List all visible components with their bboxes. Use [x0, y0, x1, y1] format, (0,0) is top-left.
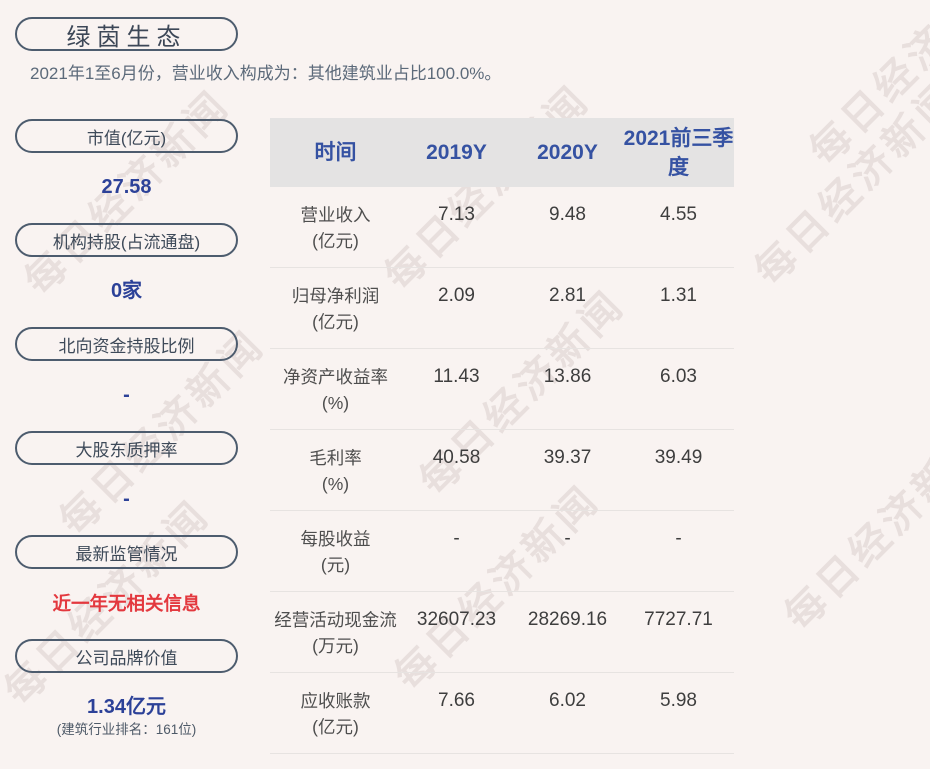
stat-label: 最新监管情况: [75, 544, 178, 564]
table-cell-value: 28269.16: [527, 609, 608, 630]
stat-value-market-cap: 27.58: [101, 176, 152, 198]
stat-pill-institutional-holding: 机构持股(占流通盘): [15, 223, 238, 257]
metric-unit: (万元): [312, 636, 359, 656]
stat-label: 机构持股(占流通盘): [52, 232, 201, 252]
table-cell-value: 7727.71: [644, 609, 713, 630]
table-cell-metric-name: 每股收益 (元): [270, 526, 401, 591]
table-row-gross-margin: 毛利率 (%) 40.58 39.37 39.49: [270, 430, 734, 511]
stat-pill-northbound-holding: 北向资金持股比例: [15, 327, 238, 361]
metric-unit: (元): [320, 555, 351, 575]
table-cell-metric-name: 经营活动现金流 (万元): [270, 607, 401, 672]
table-cell-value: 32607.23: [416, 609, 497, 630]
table-cell-value: 7.66: [438, 690, 475, 711]
table-cell-value: -: [564, 528, 571, 549]
stat-value-major-shareholder-pledge: -: [123, 488, 130, 510]
watermark-text: 每日经济新闻: [776, 416, 930, 639]
table-header-cell-2021q3: 2021前三季度: [623, 126, 734, 179]
stat-pill-brand-value: 公司品牌价值: [15, 639, 238, 673]
stat-value-institutional-holding: 0家: [110, 280, 143, 302]
stat-value-northbound-holding: -: [123, 384, 130, 406]
table-header-row: 时间 2019Y 2020Y 2021前三季度: [270, 118, 734, 187]
table-row-accounts-receivable: 应收账款 (亿元) 7.66 6.02 5.98: [270, 673, 734, 754]
metric-name: 毛利率: [309, 448, 362, 468]
metric-unit: (亿元): [312, 717, 359, 737]
table-cell-value: 2.81: [549, 285, 586, 306]
metric-name: 净资产收益率: [283, 367, 388, 387]
table-cell-value: 7.13: [438, 204, 475, 225]
table-cell-value: -: [675, 528, 682, 549]
table-cell-value: 1.31: [660, 285, 697, 306]
table-cell-metric-name: 归母净利润 (亿元): [270, 283, 401, 348]
table-cell-value: 11.43: [433, 366, 480, 387]
watermark-text: 每日经济新闻: [801, 0, 930, 174]
table-header-cell-time: 时间: [314, 141, 357, 164]
table-row-roe: 净资产收益率 (%) 11.43 13.86 6.03: [270, 349, 734, 430]
table-cell-metric-name: 应收账款 (亿元): [270, 688, 401, 753]
metric-name: 营业收入: [300, 205, 371, 225]
table-cell-metric-name: 净资产收益率 (%): [270, 364, 401, 429]
table-header-cell-2020: 2020Y: [537, 141, 598, 164]
metric-name: 应收账款: [300, 691, 371, 711]
metric-name: 经营活动现金流: [274, 610, 397, 630]
stat-label: 北向资金持股比例: [58, 336, 195, 356]
financial-table: 时间 2019Y 2020Y 2021前三季度 营业收入 (亿元) 7.13 9.…: [270, 118, 734, 754]
table-row-revenue: 营业收入 (亿元) 7.13 9.48 4.55: [270, 187, 734, 268]
table-cell-value: 9.48: [549, 204, 586, 225]
table-header-cell-2019: 2019Y: [426, 141, 487, 164]
company-name: 绿茵生态: [66, 23, 187, 51]
table-cell-value: 2.09: [438, 285, 475, 306]
stat-value-regulatory-status: 近一年无相关信息: [52, 593, 201, 614]
stat-label: 市值(亿元): [86, 128, 167, 148]
stat-label: 大股东质押率: [75, 440, 178, 460]
metric-unit: (亿元): [312, 231, 359, 251]
metric-name: 归母净利润: [291, 286, 380, 306]
metric-unit: (亿元): [312, 312, 359, 332]
stat-label: 公司品牌价值: [75, 648, 178, 668]
table-cell-value: 40.58: [432, 447, 481, 468]
revenue-composition-text: 2021年1至6月份，营业收入构成为：其他建筑业占比100.0%。: [30, 64, 502, 83]
table-cell-value: 6.03: [660, 366, 697, 387]
metric-unit: (%): [321, 474, 350, 494]
company-name-pill: 绿茵生态: [15, 17, 238, 51]
table-cell-value: 6.02: [549, 690, 586, 711]
watermark-text: 每日经济新闻: [746, 71, 930, 294]
table-cell-value: 39.37: [543, 447, 592, 468]
table-row-operating-cash-flow: 经营活动现金流 (万元) 32607.23 28269.16 7727.71: [270, 592, 734, 673]
table-cell-value: 5.98: [660, 690, 697, 711]
table-row-eps: 每股收益 (元) - - -: [270, 511, 734, 592]
stat-pill-major-shareholder-pledge: 大股东质押率: [15, 431, 238, 465]
metric-name: 每股收益: [300, 529, 371, 549]
metric-unit: (%): [321, 393, 350, 413]
stat-note-industry-rank: (建筑行业排名：161位): [56, 722, 197, 737]
stat-pill-market-cap: 市值(亿元): [15, 119, 238, 153]
stock-profile-card: 每日经济新闻 每日经济新闻 每日经济新闻 每日经济新闻 每日经济新闻 每日经济新…: [0, 0, 930, 769]
table-cell-value: 4.55: [660, 204, 697, 225]
table-cell-metric-name: 毛利率 (%): [270, 445, 401, 510]
stat-pill-regulatory-status: 最新监管情况: [15, 535, 238, 569]
stat-value-brand-value: 1.34亿元: [87, 696, 166, 718]
table-row-net-profit: 归母净利润 (亿元) 2.09 2.81 1.31: [270, 268, 734, 349]
table-cell-value: 39.49: [654, 447, 703, 468]
table-cell-value: -: [453, 528, 460, 549]
table-cell-metric-name: 营业收入 (亿元): [270, 202, 401, 267]
table-cell-value: 13.86: [543, 366, 592, 387]
